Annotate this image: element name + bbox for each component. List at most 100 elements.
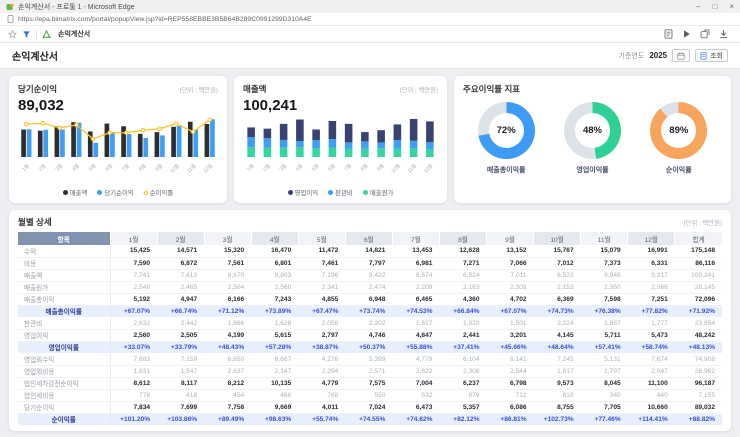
table-cell: 7,024 <box>345 401 392 413</box>
table-cell: 6,650 <box>204 353 251 365</box>
table-cell: 2,058 <box>298 317 345 329</box>
column-header-item: 항목 <box>18 232 110 245</box>
net-margin-donut: 89% 순이익률 <box>650 102 707 175</box>
diagram-icon[interactable] <box>42 30 51 39</box>
calendar-button[interactable] <box>672 49 690 62</box>
table-row: 비용7,5906,8727,5616,8017,4617,7976,9817,2… <box>18 257 722 269</box>
table-cell: 2,465 <box>157 281 204 293</box>
table-cell: +101.20% <box>110 413 157 425</box>
donut-percent: 72% <box>497 125 516 136</box>
table-cell: 4,779 <box>298 377 345 389</box>
filter-icon[interactable] <box>22 30 31 39</box>
download-icon[interactable] <box>719 29 728 39</box>
table-cell: +50.37% <box>345 341 392 353</box>
base-year-value[interactable]: 2025 <box>649 51 667 60</box>
column-header: 8월 <box>439 232 486 245</box>
table-cell: +74.53% <box>392 305 439 317</box>
column-header: 10월 <box>534 232 581 245</box>
bar-segment <box>345 149 353 157</box>
table-row: 영업이익률+33.07%+33.79%+48.43%+57.28%+38.87%… <box>18 341 722 353</box>
x-axis-label: 2월 <box>262 162 272 172</box>
row-label: 매출총이익률 <box>18 305 110 317</box>
table-row: 영업외비용1,6311,5472,6372,1472,2942,5712,622… <box>18 365 722 377</box>
page-icon <box>7 15 14 23</box>
table-cell: 23,854 <box>675 317 722 329</box>
table-cell: 6,981 <box>392 257 439 269</box>
bar-segment <box>377 142 385 148</box>
table-cell: 2,544 <box>487 365 534 377</box>
bar-segment <box>296 147 304 157</box>
bar-segment <box>329 121 337 139</box>
table-row: 순이익률+101.20%+103.86%+89.49%+98.63%+55.74… <box>18 413 722 425</box>
star-icon[interactable] <box>8 30 17 39</box>
legend-marker <box>97 190 102 195</box>
minimize-button[interactable]: – <box>696 0 700 13</box>
x-axis-label: 8월 <box>359 162 369 172</box>
bar-segment <box>345 124 353 143</box>
table-cell: 7,705 <box>581 401 628 413</box>
revenue-title: 매출액 <box>243 83 266 95</box>
x-axis-label: 9월 <box>375 162 385 172</box>
donut-chart: 89% <box>650 102 707 159</box>
bar-segment <box>361 141 369 148</box>
table-cell: +33.07% <box>110 341 157 353</box>
column-header: 12월 <box>628 232 675 245</box>
url-bar[interactable]: https://epa.bimatrix.com/portal/popupVie… <box>0 13 740 26</box>
table-cell: 7,741 <box>110 269 157 281</box>
bar-segment <box>247 147 255 157</box>
table-cell: +67.07% <box>110 305 157 317</box>
table-cell: 340 <box>581 389 628 401</box>
table-cell: 5,711 <box>581 329 628 341</box>
table-row: 법인세차감전순이익8,6128,1178,21210,1354,7797,575… <box>18 377 722 389</box>
table-cell: 2,797 <box>298 329 345 341</box>
search-button[interactable]: 조회 <box>695 49 728 62</box>
table-cell: 8,755 <box>534 401 581 413</box>
table-row: 매출원가2,5492,4652,5042,5602,3412,4742,2092… <box>18 281 722 293</box>
popout-icon[interactable] <box>700 29 710 39</box>
row-label: 매출원가 <box>18 281 110 293</box>
table-cell: 8,670 <box>204 269 251 281</box>
x-axis-label: 8월 <box>137 162 148 172</box>
bar <box>171 127 176 157</box>
bar <box>55 126 60 157</box>
table-cell: 4,847 <box>392 329 439 341</box>
table-cell: 15,320 <box>204 245 251 257</box>
line-marker <box>91 137 94 140</box>
table-cell: +77.46% <box>581 413 628 425</box>
table-cell: 5,192 <box>110 293 157 305</box>
table-cell: 4,011 <box>298 401 345 413</box>
table-cell: 48,242 <box>675 329 722 341</box>
bar-segment <box>426 142 434 149</box>
table-cell: 1,501 <box>487 317 534 329</box>
x-axis-label: 2월 <box>37 162 48 172</box>
x-axis-label: 1월 <box>245 162 255 172</box>
table-cell: 6,872 <box>157 257 204 269</box>
report-icon[interactable] <box>664 29 673 39</box>
table-cell: 4,947 <box>157 293 204 305</box>
table-cell: 4,779 <box>392 353 439 365</box>
table-cell: +73.89% <box>251 305 298 317</box>
table-cell: +98.63% <box>251 413 298 425</box>
maximize-button[interactable]: □ <box>712 0 717 13</box>
line-marker <box>158 127 161 130</box>
table-cell: 5,357 <box>439 401 486 413</box>
table-cell: 4,199 <box>204 329 251 341</box>
net-income-card: 당기순이익 (단위 : 백만원) 89,032 1월2월3월4월5월6월7월8월… <box>9 76 227 203</box>
x-axis-label: 11월 <box>185 162 197 173</box>
bar-segment <box>264 129 272 139</box>
table-cell: 6,237 <box>439 377 486 389</box>
bar-segment <box>410 119 418 141</box>
legend-label: 순이익률 <box>150 188 174 197</box>
table-cell: +76.38% <box>581 305 628 317</box>
bar <box>205 124 210 157</box>
table-cell: 13,152 <box>487 245 534 257</box>
close-button[interactable]: × <box>729 0 734 13</box>
bar-segment <box>361 132 369 141</box>
bar <box>138 134 143 157</box>
table-cell: 2,147 <box>251 365 298 377</box>
line-marker <box>75 123 78 126</box>
table-cell: 2,341 <box>298 281 345 293</box>
run-icon[interactable] <box>682 29 691 39</box>
bar-segment <box>426 121 434 142</box>
legend-label: 매출원가 <box>370 188 394 197</box>
